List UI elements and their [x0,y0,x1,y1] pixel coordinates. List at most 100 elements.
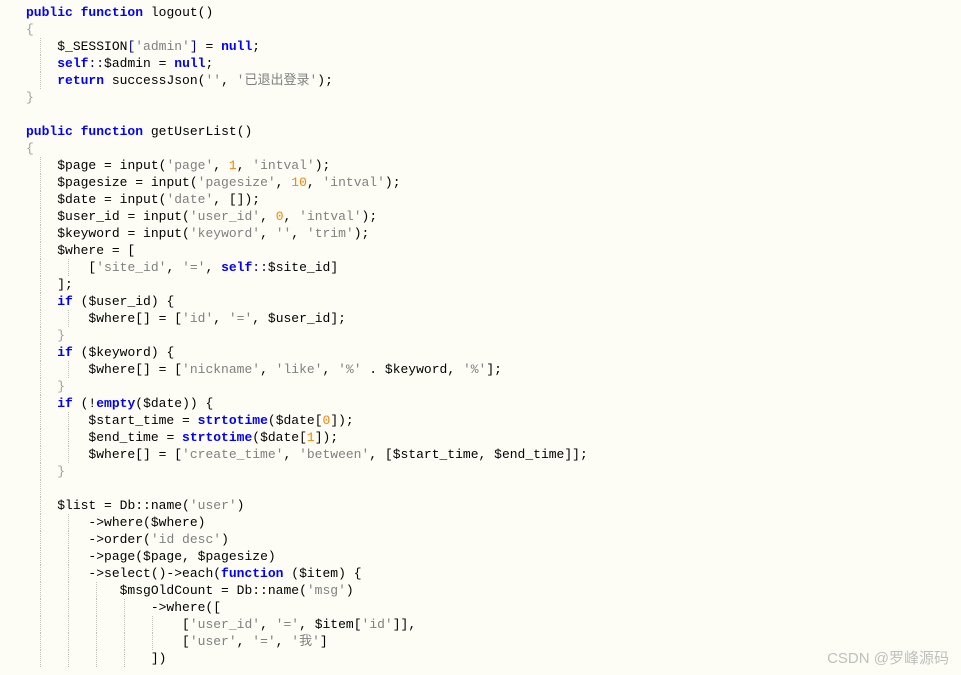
code-token: ); [315,158,331,173]
code-token: ]]; [564,447,587,462]
code-line[interactable]: $where = [ [8,242,953,259]
indent-guide [96,616,97,633]
code-line[interactable]: ['user_id', '=', $item['id']], [8,616,953,633]
code-token: if [57,345,73,360]
indent-guide [40,395,41,412]
code-token: $user_id [88,294,150,309]
code-line[interactable]: $start_time = strtotime($date[0]); [8,412,953,429]
code-token: ); [385,175,401,190]
code-token: = input( [127,175,197,190]
code-line[interactable]: $user_id = input('user_id', 0, 'intval')… [8,208,953,225]
code-line[interactable]: ->page($page, $pagesize) [8,548,953,565]
code-line[interactable]: } [8,378,953,395]
code-line[interactable]: $where[] = ['create_time', 'between', [$… [8,446,953,463]
code-token: , [284,209,300,224]
code-line[interactable]: if ($keyword) { [8,344,953,361]
code-line[interactable]: ]) [8,650,953,667]
code-line[interactable]: self::$admin = null; [8,55,953,72]
code-token: return [57,73,104,88]
code-line[interactable] [8,106,953,123]
code-token: '=' [252,634,275,649]
code-token: 'user' [190,634,237,649]
code-line[interactable]: { [8,21,953,38]
code-line[interactable]: public function getUserList() [8,123,953,140]
indent-guide [68,514,69,531]
code-token: , [182,549,198,564]
code-token: = Db::name( [213,583,307,598]
indent-guide [40,361,41,378]
code-token: (! [73,396,96,411]
code-line[interactable]: $msgOldCount = Db::name('msg') [8,582,953,599]
code-editor[interactable]: public function logout(){ $_SESSION['adm… [8,4,953,667]
code-token: = [ [104,243,135,258]
code-token: 'intval' [323,175,385,190]
code-token: '%' [338,362,361,377]
code-token: $list [57,498,96,513]
code-token: , [213,158,229,173]
code-line[interactable]: $_SESSION['admin'] = null; [8,38,953,55]
indent-guide [40,429,41,446]
code-line[interactable]: ->select()->each(function ($item) { [8,565,953,582]
code-token: if [57,396,73,411]
code-line[interactable]: } [8,463,953,480]
code-token: $end_time [494,447,564,462]
code-line[interactable]: } [8,89,953,106]
code-token: ->select()->each( [88,566,221,581]
code-token: $end_time [88,430,158,445]
code-token: ] [320,634,328,649]
code-token [143,5,151,20]
code-token: = input( [96,192,166,207]
code-line[interactable]: $where[] = ['nickname', 'like', '%' . $k… [8,361,953,378]
code-token: '=' [182,260,205,275]
indent-guide [124,650,125,667]
code-token: 'site_id' [96,260,166,275]
code-token: ) [198,515,206,530]
code-line[interactable]: ['user', '=', '我'] [8,633,953,650]
code-token: $pagesize [198,549,268,564]
indent-guide [68,259,69,276]
code-token: , [479,447,495,462]
code-line[interactable]: } [8,327,953,344]
code-line[interactable]: public function logout() [8,4,953,21]
code-line[interactable] [8,480,953,497]
indent-guide [40,191,41,208]
indent-guide [40,293,41,310]
code-line[interactable]: $date = input('date', []); [8,191,953,208]
indent-guide [40,514,41,531]
indent-guide [40,548,41,565]
code-line[interactable]: return successJson('', '已退出登录'); [8,72,953,89]
code-token: successJson( [104,73,205,88]
code-token: 'date' [166,192,213,207]
code-token: , [307,175,323,190]
code-line[interactable]: ->order('id desc') [8,531,953,548]
code-token: self [57,56,88,71]
code-line[interactable]: if ($user_id) { [8,293,953,310]
indent-guide [68,310,69,327]
code-token: $user_id [268,311,330,326]
code-token: ) [346,583,354,598]
code-token: 'like' [276,362,323,377]
code-line[interactable]: ]; [8,276,953,293]
indent-guide [68,548,69,565]
code-line[interactable]: $keyword = input('keyword', '', 'trim'); [8,225,953,242]
code-line[interactable]: $list = Db::name('user') [8,497,953,514]
indent-guide [40,650,41,667]
code-line[interactable]: { [8,140,953,157]
code-token: ]); [330,413,353,428]
code-line[interactable]: $where[] = ['id', '=', $user_id]; [8,310,953,327]
code-token: = Db::name( [96,498,190,513]
code-token: [] = [ [135,311,182,326]
code-line[interactable]: $page = input('page', 1, 'intval'); [8,157,953,174]
code-line[interactable]: $pagesize = input('pagesize', 10, 'intva… [8,174,953,191]
code-line[interactable]: ->where($where) [8,514,953,531]
code-line[interactable]: ->where([ [8,599,953,616]
indent-guide [40,633,41,650]
code-token: [ [182,617,190,632]
code-token: $page [143,549,182,564]
code-token: { [26,141,34,156]
code-line[interactable]: if (!empty($date)) { [8,395,953,412]
code-line[interactable]: $end_time = strtotime($date[1]); [8,429,953,446]
indent-guide [68,599,69,616]
indent-guide [40,497,41,514]
code-line[interactable]: ['site_id', '=', self::$site_id] [8,259,953,276]
